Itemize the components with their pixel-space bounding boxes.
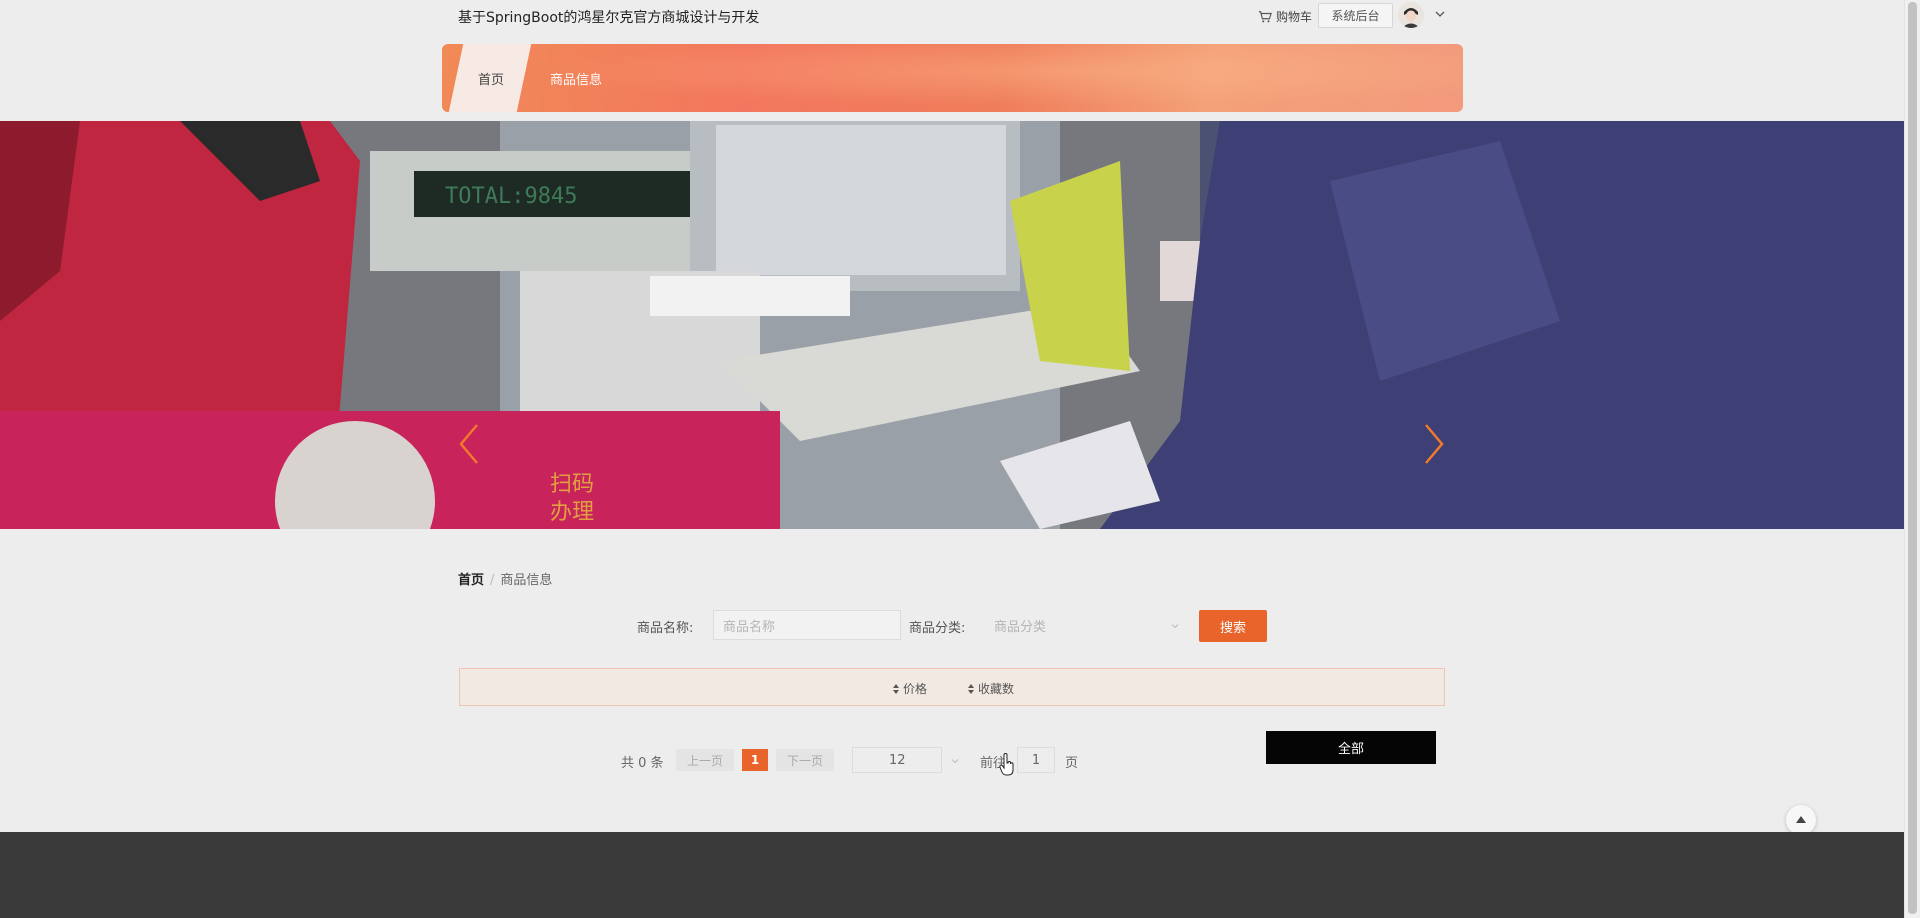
nav-item-goods[interactable]: 商品信息 xyxy=(550,69,602,88)
page-unit-label: 页 xyxy=(1065,756,1079,771)
site-title: 基于SpringBoot的鸿星尔克官方商城设计与开发 xyxy=(458,10,760,26)
hand-cursor-icon xyxy=(999,753,1014,776)
sort-icon xyxy=(893,683,899,694)
top-bar: 基于SpringBoot的鸿星尔克官方商城设计与开发 购物车 系统后台 xyxy=(0,0,1904,36)
chevron-down-icon[interactable] xyxy=(1434,8,1446,20)
page-size-select[interactable]: 12 xyxy=(852,747,942,773)
breadcrumb-current: 商品信息 xyxy=(500,573,553,588)
next-page-button[interactable]: 下一页 xyxy=(776,749,834,771)
sort-favorites-label: 收藏数 xyxy=(978,682,1015,696)
cart-label: 购物车 xyxy=(1276,10,1313,24)
name-label: 商品名称: xyxy=(637,621,694,636)
category-select[interactable]: 商品分类 xyxy=(984,610,1190,640)
page-size-chevron-down-icon xyxy=(951,759,959,764)
banner-carousel[interactable]: TOTAL:9845 扫码 办理 xyxy=(0,121,1904,529)
cart-link[interactable]: 购物车 xyxy=(1258,8,1312,25)
pagination-total: 共 0 条 xyxy=(621,756,664,771)
current-page-button[interactable]: 1 xyxy=(742,749,768,771)
avatar[interactable] xyxy=(1398,2,1424,28)
display-text: TOTAL:9845 xyxy=(445,184,577,209)
cart-icon xyxy=(1258,10,1272,22)
category-label: 商品分类: xyxy=(909,621,966,636)
main-nav: 首页 商品信息 xyxy=(442,44,1463,112)
sign-text-2: 办理 xyxy=(550,500,594,525)
sort-favorites[interactable]: 收藏数 xyxy=(967,680,1014,697)
sort-icon xyxy=(968,683,974,694)
caret-up-icon xyxy=(1796,816,1806,823)
name-input[interactable]: 商品名称 xyxy=(713,610,901,640)
nav-item-home[interactable]: 首页 xyxy=(478,69,504,88)
sort-price-label: 价格 xyxy=(903,682,928,696)
breadcrumb-separator: / xyxy=(490,573,495,588)
banner-image: TOTAL:9845 扫码 办理 xyxy=(0,121,1904,529)
select-chevron-down-icon xyxy=(1171,624,1179,629)
goto-page-input[interactable]: 1 xyxy=(1017,747,1055,773)
all-button[interactable]: 全部 xyxy=(1266,731,1436,764)
search-button[interactable]: 搜索 xyxy=(1199,610,1267,642)
admin-button[interactable]: 系统后台 xyxy=(1318,3,1393,28)
user-avatar-icon xyxy=(1398,2,1424,28)
scrollbar-thumb[interactable] xyxy=(1908,2,1917,914)
sort-bar: 价格 收藏数 xyxy=(459,668,1445,706)
footer xyxy=(0,832,1904,918)
breadcrumb: 首页 / 商品信息 xyxy=(458,569,552,588)
page-scrollbar[interactable] xyxy=(1904,0,1920,918)
chevron-right-icon[interactable] xyxy=(1420,421,1446,467)
breadcrumb-home[interactable]: 首页 xyxy=(458,573,484,588)
sort-price[interactable]: 价格 xyxy=(892,680,927,697)
chevron-left-icon[interactable] xyxy=(457,421,483,467)
prev-page-button[interactable]: 上一页 xyxy=(676,749,734,771)
sign-text-1: 扫码 xyxy=(550,472,594,497)
back-to-top-button[interactable] xyxy=(1786,805,1816,835)
